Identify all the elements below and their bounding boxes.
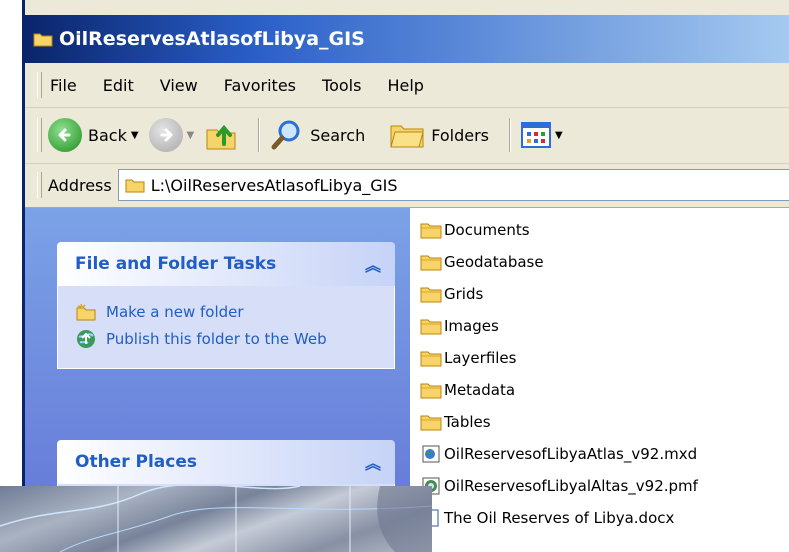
file-name: Images: [444, 317, 499, 335]
file-item[interactable]: OilReservesofLibyaAtlas_v92.mxd: [420, 438, 789, 470]
collapse-chevron-icon[interactable]: ︽: [365, 450, 381, 474]
views-button[interactable]: ▼: [521, 122, 563, 148]
folder-icon: [125, 177, 145, 193]
folder-icon: [33, 31, 53, 47]
folders-button[interactable]: Folders: [389, 120, 489, 150]
folder-icon: [420, 253, 442, 271]
map-thumbnail-overlay: [0, 486, 432, 552]
search-icon: [270, 118, 304, 152]
file-name: The Oil Reserves of Libya.docx: [444, 509, 675, 527]
menu-tools[interactable]: Tools: [322, 76, 361, 95]
file-item[interactable]: Tables: [420, 406, 789, 438]
window-title: OilReservesAtlasofLibya_GIS: [59, 28, 365, 50]
search-label: Search: [310, 125, 366, 145]
new-folder-icon: [76, 302, 96, 322]
folders-icon: [389, 120, 425, 150]
file-item[interactable]: Metadata: [420, 374, 789, 406]
forward-button[interactable]: ▼: [148, 118, 195, 152]
file-name: Layerfiles: [444, 349, 517, 367]
address-input[interactable]: L:\OilReservesAtlasofLibya_GIS: [117, 169, 789, 201]
file-name: Grids: [444, 285, 484, 303]
file-item[interactable]: Documents: [420, 214, 789, 246]
task-label: Make a new folder: [106, 303, 244, 321]
toolbar-grip[interactable]: [37, 118, 42, 152]
file-item[interactable]: WThe Oil Reserves of Libya.docx: [420, 502, 789, 534]
file-name: Documents: [444, 221, 530, 239]
standard-toolbar: Back ▼ ▼ Search Folders ▼: [25, 107, 789, 164]
toolbar-grip[interactable]: [37, 72, 42, 98]
menu-help[interactable]: Help: [387, 76, 423, 95]
dropdown-arrow-icon[interactable]: ▼: [555, 130, 563, 141]
collapse-chevron-icon[interactable]: ︽: [365, 252, 381, 276]
map-image: [0, 486, 432, 552]
folders-label: Folders: [431, 125, 489, 145]
forward-arrow-icon: [148, 118, 183, 152]
task-publish-folder-web[interactable]: Publish this folder to the Web: [76, 329, 380, 350]
file-folder-tasks-panel: File and Folder Tasks ︽ Make a new folde…: [57, 242, 395, 369]
file-name: Geodatabase: [444, 253, 544, 271]
menu-favorites[interactable]: Favorites: [224, 76, 296, 95]
file-folder-tasks-header[interactable]: File and Folder Tasks ︽: [57, 242, 395, 286]
up-folder-icon: [204, 118, 238, 152]
panel-title: Other Places: [75, 452, 197, 472]
file-item[interactable]: Geodatabase: [420, 246, 789, 278]
toolbar-separator: [509, 118, 511, 152]
folder-icon: [420, 317, 442, 335]
file-name: OilReservesofLibyalAltas_v92.pmf: [444, 477, 698, 495]
folder-icon: [420, 285, 442, 303]
back-button[interactable]: Back ▼: [48, 118, 139, 152]
dropdown-arrow-icon[interactable]: ▼: [131, 130, 139, 141]
address-label: Address: [48, 175, 112, 195]
folder-icon: [420, 349, 442, 367]
back-arrow-icon: [48, 118, 82, 152]
file-folder-tasks-body: Make a new folder Publish this folder to…: [57, 286, 395, 369]
folder-icon: [420, 381, 442, 399]
other-places-header[interactable]: Other Places ︽: [57, 440, 395, 484]
menu-edit[interactable]: Edit: [103, 76, 134, 95]
search-button[interactable]: Search: [270, 118, 365, 152]
toolbar-separator: [258, 118, 261, 152]
address-bar: Address L:\OilReservesAtlasofLibya_GIS: [25, 163, 789, 208]
toolbar-grip[interactable]: [37, 172, 42, 198]
folder-icon: [420, 221, 442, 239]
file-name: OilReservesofLibyaAtlas_v92.mxd: [444, 445, 698, 463]
file-item[interactable]: Layerfiles: [420, 342, 789, 374]
title-bar[interactable]: OilReservesAtlasofLibya_GIS: [25, 15, 789, 63]
publish-web-icon: [76, 329, 96, 349]
back-label: Back: [88, 125, 127, 145]
file-list: Documents Geodatabase Grids Images Layerfile…: [420, 214, 789, 534]
mxd-file-icon: [420, 445, 442, 463]
address-value: L:\OilReservesAtlasofLibya_GIS: [150, 175, 398, 195]
menu-view[interactable]: View: [160, 76, 198, 95]
folder-icon: [420, 413, 442, 431]
file-item[interactable]: Images: [420, 310, 789, 342]
menu-file[interactable]: File: [50, 76, 77, 95]
task-make-new-folder[interactable]: Make a new folder: [76, 302, 380, 323]
views-icon: [521, 122, 551, 148]
file-item[interactable]: Grids: [420, 278, 789, 310]
up-folder-button[interactable]: [204, 118, 238, 152]
dropdown-arrow-icon[interactable]: ▼: [187, 130, 195, 141]
explorer-window: OilReservesAtlasofLibya_GIS File Edit Vi…: [22, 0, 789, 552]
file-name: Tables: [444, 413, 491, 431]
file-name: Metadata: [444, 381, 516, 399]
panel-title: File and Folder Tasks: [75, 254, 277, 274]
task-label: Publish this folder to the Web: [106, 330, 327, 348]
file-item[interactable]: OilReservesofLibyalAltas_v92.pmf: [420, 470, 789, 502]
menu-bar: File Edit View Favorites Tools Help: [25, 63, 789, 108]
